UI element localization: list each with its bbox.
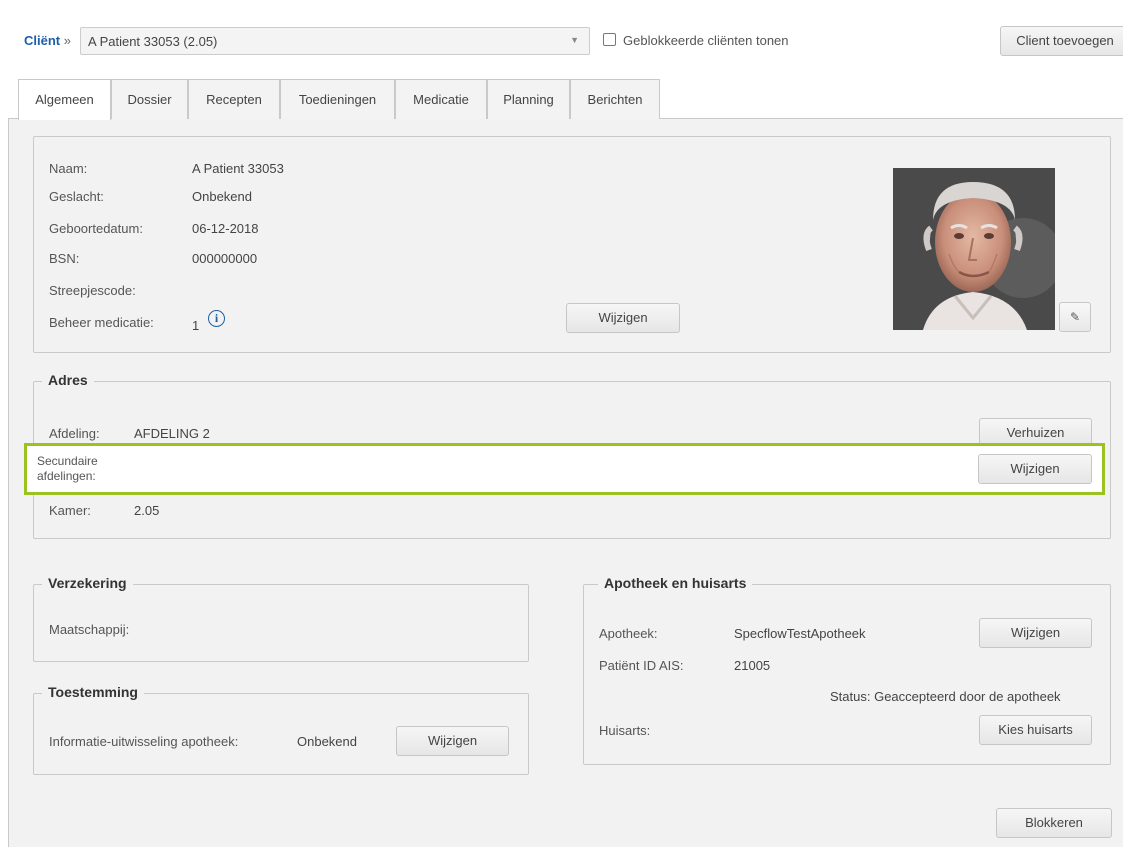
client-select-value: A Patient 33053 (2.05) [88,34,218,49]
pharmacy-section-title: Apotheek en huisarts [598,575,753,591]
edit-photo-button[interactable]: ✎ [1059,302,1091,332]
tab-recepten[interactable]: Recepten [188,79,280,119]
client-bar: Cliënt » A Patient 33053 (2.05) ▼ Geblok… [0,0,1123,75]
client-select[interactable]: A Patient 33053 (2.05) ▼ [80,27,590,55]
tab-toedieningen[interactable]: Toedieningen [280,79,395,119]
chevron-down-icon: ▼ [570,35,579,45]
room-value: 2.05 [134,503,160,518]
field-value-gender: Onbekend [192,189,252,204]
insurance-section-title: Verzekering [42,575,133,591]
edit-pharmacy-button[interactable]: Wijzigen [979,618,1092,648]
pharmacy-label: Apotheek: [599,626,658,641]
edit-personal-button[interactable]: Wijzigen [566,303,680,333]
field-label-medication-mgmt: Beheer medicatie: [49,315,154,330]
field-label-name: Naam: [49,161,88,176]
show-blocked-checkbox[interactable] [603,33,616,46]
edit-secondary-departments-button[interactable]: Wijzigen [978,454,1092,484]
field-label-bsn: BSN: [49,251,80,266]
tab-medicatie[interactable]: Medicatie [395,79,487,119]
department-label: Afdeling: [49,426,100,441]
field-value-name: A Patient 33053 [192,161,284,176]
portrait-image [893,168,1055,330]
client-label: Cliënt » [24,33,71,48]
field-label-barcode: Streepjescode: [49,283,136,298]
tab-berichten[interactable]: Berichten [570,79,660,119]
department-value: AFDELING 2 [134,426,210,441]
choose-gp-button[interactable]: Kies huisarts [979,715,1092,745]
field-label-birthdate: Geboortedatum: [49,221,143,236]
field-value-bsn: 000000000 [192,251,258,266]
field-value-birthdate: 06-12-2018 [192,221,259,236]
pencil-icon: ✎ [1069,310,1081,324]
insurance-company-label: Maatschappij: [49,622,130,637]
room-label: Kamer: [49,503,91,518]
add-client-button[interactable]: Client toevoegen [1000,26,1123,56]
block-client-button[interactable]: Blokkeren [996,808,1112,838]
show-blocked-label: Geblokkeerde cliënten tonen [623,33,789,48]
info-exchange-value: Onbekend [297,734,357,749]
patient-id-label: Patiënt ID AIS: [599,658,684,673]
edit-consent-button[interactable]: Wijzigen [396,726,509,756]
info-icon[interactable]: i [208,310,225,327]
field-label-gender: Geslacht: [49,189,104,204]
patient-id-value: 21005 [734,658,771,673]
avatar [893,168,1055,330]
tab-planning[interactable]: Planning [487,79,570,119]
tab-dossier[interactable]: Dossier [111,79,188,119]
tab-algemeen[interactable]: Algemeen [18,79,111,120]
secondary-departments-row [24,443,1105,495]
secondary-departments-label-line2: afdelingen: [37,469,96,483]
secondary-departments-label-line1: Secundaire [37,454,98,468]
address-section-title: Adres [42,372,94,388]
pharmacy-value: SpecflowTestApotheek [734,626,866,641]
info-exchange-label: Informatie-uitwisseling apotheek: [49,734,239,749]
pharmacy-status: Status: Geaccepteerd door de apotheek [830,689,1061,704]
gp-label: Huisarts: [599,723,651,738]
field-value-medication-mgmt: 1 [192,318,200,333]
consent-section-title: Toestemming [42,684,144,700]
